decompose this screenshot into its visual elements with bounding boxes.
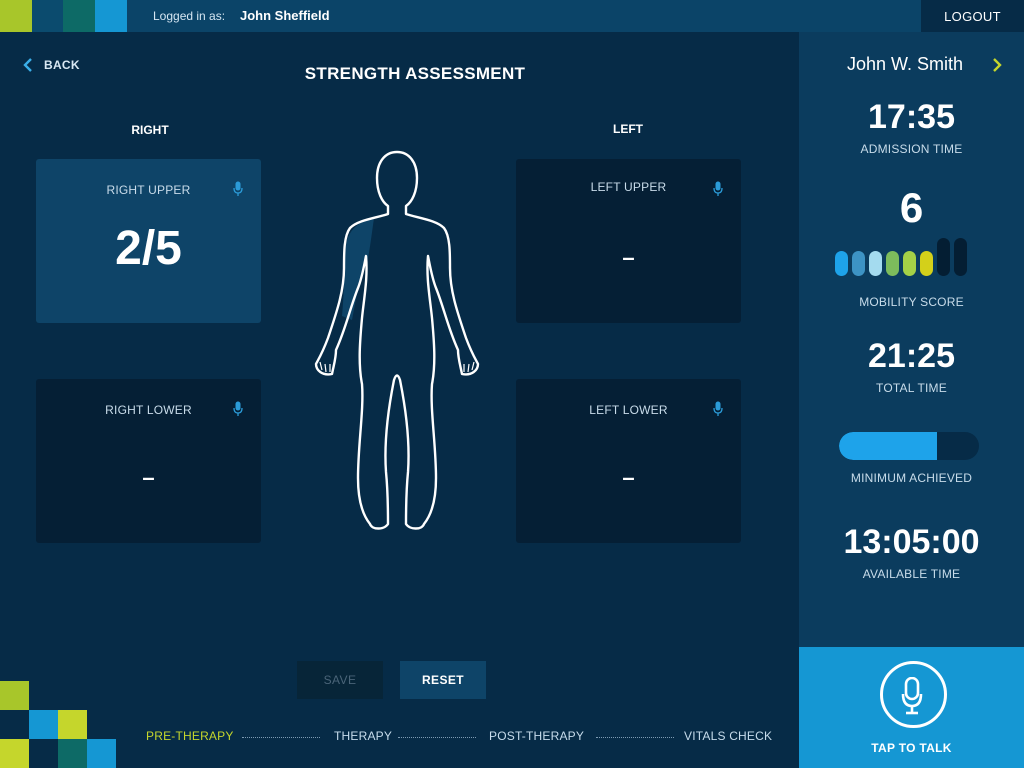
right-upper-card[interactable]: RIGHT UPPER 2/5 xyxy=(36,159,261,323)
minimum-progress-bar xyxy=(839,432,979,460)
admission-time-label: ADMISSION TIME xyxy=(860,142,963,156)
card-title: RIGHT LOWER xyxy=(105,403,192,417)
patient-panel: John W. Smith 17:35 ADMISSION TIME 6 MOB… xyxy=(799,32,1024,768)
logout-button[interactable]: LOGOUT xyxy=(921,0,1024,32)
strength-value: – xyxy=(622,245,635,270)
step-vitals-check[interactable]: VITALS CHECK xyxy=(684,729,772,743)
available-time: 13:05:00 xyxy=(843,523,980,561)
chevron-right-icon[interactable] xyxy=(992,58,1002,72)
mobility-score-label: MOBILITY SCORE xyxy=(859,295,964,309)
right-lower-card[interactable]: RIGHT LOWER – xyxy=(36,379,261,543)
mobility-score-pill xyxy=(954,238,967,276)
step-pre-therapy[interactable]: PRE-THERAPY xyxy=(146,729,234,743)
logo-square xyxy=(0,0,32,32)
save-button[interactable]: SAVE xyxy=(297,661,383,699)
left-lower-card[interactable]: LEFT LOWER – xyxy=(516,379,741,543)
available-time-label: AVAILABLE TIME xyxy=(862,567,961,581)
mobility-score-pill xyxy=(852,251,865,276)
progress-steps: PRE-THERAPY THERAPY POST-THERAPY VITALS … xyxy=(0,729,800,745)
minimum-progress-fill xyxy=(839,432,937,460)
step-post-therapy[interactable]: POST-THERAPY xyxy=(489,729,584,743)
chevron-left-icon xyxy=(23,58,32,72)
card-title: LEFT LOWER xyxy=(589,403,668,417)
logo-square xyxy=(32,0,64,32)
microphone-icon xyxy=(901,677,923,715)
strength-value: 2/5 xyxy=(115,222,182,275)
total-time: 21:25 xyxy=(868,337,955,375)
admission-time: 17:35 xyxy=(868,98,955,136)
body-figure-icon[interactable] xyxy=(312,148,482,534)
right-side-label: RIGHT xyxy=(131,123,169,137)
mobility-score-pill xyxy=(937,238,950,276)
tap-to-talk-label: TAP TO TALK xyxy=(871,741,952,755)
mobility-score: 6 xyxy=(899,184,924,231)
mobility-score-pill xyxy=(869,251,882,276)
logo-square xyxy=(95,0,127,32)
top-bar: Logged in as: John Sheffield LOGOUT xyxy=(0,0,1024,32)
card-title: RIGHT UPPER xyxy=(106,183,191,197)
total-time-label: TOTAL TIME xyxy=(876,381,947,395)
microphone-icon[interactable] xyxy=(233,401,243,417)
step-divider xyxy=(596,737,674,738)
step-therapy[interactable]: THERAPY xyxy=(334,729,392,743)
microphone-icon[interactable] xyxy=(713,181,723,197)
body-outline xyxy=(314,150,480,530)
step-divider xyxy=(242,737,320,738)
mobility-score-pill xyxy=(886,251,899,276)
tap-to-talk-button[interactable]: TAP TO TALK xyxy=(799,647,1024,768)
logged-in-label: Logged in as: xyxy=(153,9,226,23)
mobility-score-pill xyxy=(920,251,933,276)
mobility-score-pill xyxy=(903,251,916,276)
left-side-label: LEFT xyxy=(613,122,643,136)
mobility-score-pill xyxy=(835,251,848,276)
strength-value: – xyxy=(142,465,155,490)
card-title: LEFT UPPER xyxy=(590,180,667,194)
logo-square xyxy=(63,0,95,32)
left-upper-card[interactable]: LEFT UPPER – xyxy=(516,159,741,323)
back-button[interactable]: BACK xyxy=(22,58,80,72)
microphone-icon[interactable] xyxy=(713,401,723,417)
patient-name[interactable]: John W. Smith xyxy=(799,54,1011,75)
back-label: BACK xyxy=(44,58,80,72)
step-divider xyxy=(398,737,476,738)
logged-in-user: John Sheffield xyxy=(240,8,330,23)
strength-value: – xyxy=(622,465,635,490)
reset-button[interactable]: RESET xyxy=(400,661,486,699)
page-title: STRENGTH ASSESSMENT xyxy=(304,64,526,83)
minimum-achieved-label: MINIMUM ACHIEVED xyxy=(850,471,973,485)
microphone-icon[interactable] xyxy=(233,181,243,197)
